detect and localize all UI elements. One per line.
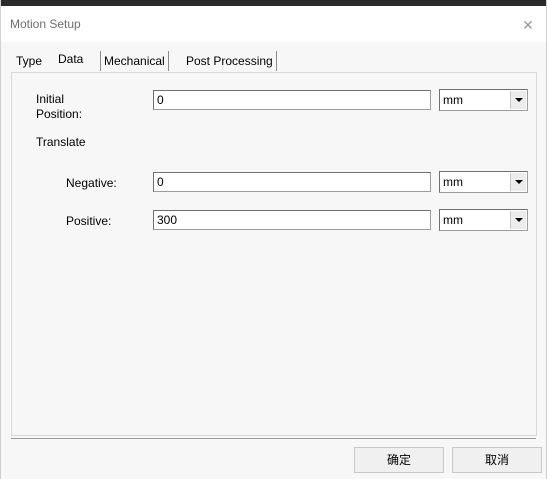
tab-post-processing[interactable]: Post Processing bbox=[183, 51, 277, 71]
cancel-button[interactable]: 取消 bbox=[452, 447, 542, 473]
positive-unit-select[interactable]: mm bbox=[439, 209, 528, 231]
positive-unit-value: mm bbox=[443, 213, 463, 227]
chevron-down-icon[interactable] bbox=[510, 91, 526, 109]
ok-button[interactable]: 确定 bbox=[354, 447, 444, 473]
initial-position-unit-select[interactable]: mm bbox=[439, 89, 528, 111]
negative-unit-select[interactable]: mm bbox=[439, 171, 528, 193]
positive-label: Positive: bbox=[66, 214, 112, 228]
chevron-down-icon[interactable] bbox=[510, 211, 526, 229]
title-bar: Motion Setup ✕ bbox=[1, 6, 546, 42]
footer-divider bbox=[11, 438, 536, 439]
tab-data[interactable]: Data bbox=[55, 49, 86, 71]
negative-label: Negative: bbox=[66, 176, 117, 190]
translate-section-label: Translate bbox=[36, 135, 86, 149]
close-icon: ✕ bbox=[522, 17, 534, 33]
initial-position-input[interactable]: 0 bbox=[153, 90, 431, 110]
negative-unit-value: mm bbox=[443, 175, 463, 189]
initial-position-label: Initial Position: bbox=[36, 92, 83, 121]
motion-setup-dialog: Motion Setup ✕ Type Data Mechanical Post… bbox=[0, 0, 547, 479]
tab-type[interactable]: Type bbox=[13, 51, 45, 71]
negative-input[interactable]: 0 bbox=[153, 172, 431, 192]
window-title: Motion Setup bbox=[10, 17, 81, 31]
initial-position-unit-value: mm bbox=[443, 93, 463, 107]
data-tab-panel bbox=[11, 72, 537, 436]
close-button[interactable]: ✕ bbox=[516, 14, 540, 36]
tab-mechanical[interactable]: Mechanical bbox=[100, 51, 169, 71]
chevron-down-icon[interactable] bbox=[510, 173, 526, 191]
tab-strip: Type Data Mechanical Post Processing bbox=[11, 46, 536, 72]
positive-input[interactable]: 300 bbox=[153, 210, 431, 230]
